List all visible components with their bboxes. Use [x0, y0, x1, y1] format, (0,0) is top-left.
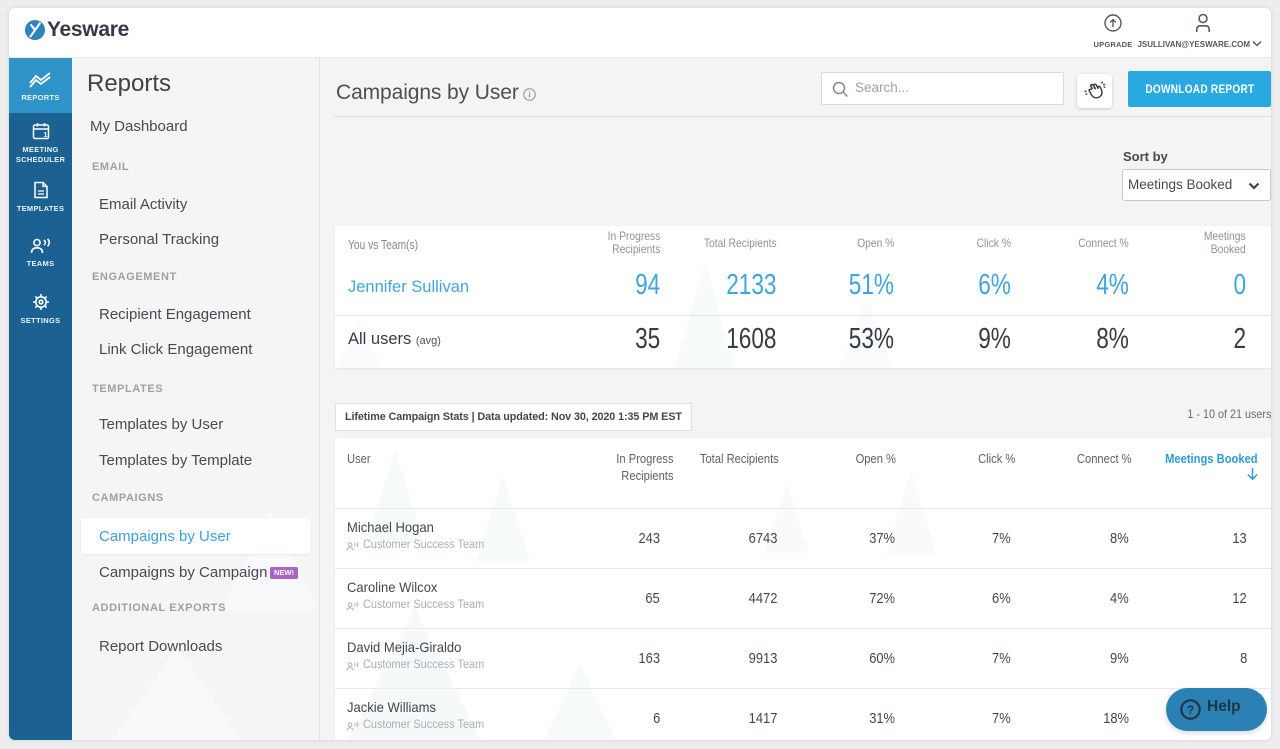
svg-text:1: 1	[43, 132, 47, 139]
svg-text:?: ?	[1187, 703, 1194, 717]
